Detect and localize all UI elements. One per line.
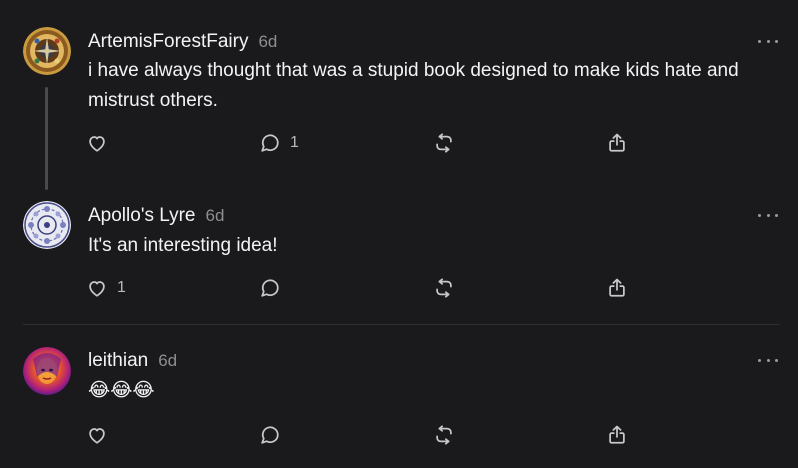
share-icon <box>609 425 625 444</box>
reply-button[interactable] <box>259 421 290 449</box>
action-bar <box>0 421 798 449</box>
timestamp[interactable]: 6d <box>158 351 177 371</box>
username[interactable]: leithian <box>88 350 148 372</box>
post-text: 😂😂😂 <box>88 380 155 401</box>
repost-button[interactable] <box>433 421 455 449</box>
share-button[interactable] <box>606 421 628 449</box>
repost-icon <box>436 425 452 445</box>
like-button[interactable] <box>86 421 117 449</box>
more-options-icon[interactable] <box>758 354 778 366</box>
comment-icon <box>261 426 279 444</box>
avatar[interactable] <box>23 347 71 395</box>
comment-post: leithian 6d 😂😂😂 <box>0 0 798 468</box>
post-header: leithian 6d <box>88 350 177 372</box>
heart-icon <box>89 428 105 444</box>
comment-feed: ArtemisForestFairy 6d i have always thou… <box>0 0 798 468</box>
